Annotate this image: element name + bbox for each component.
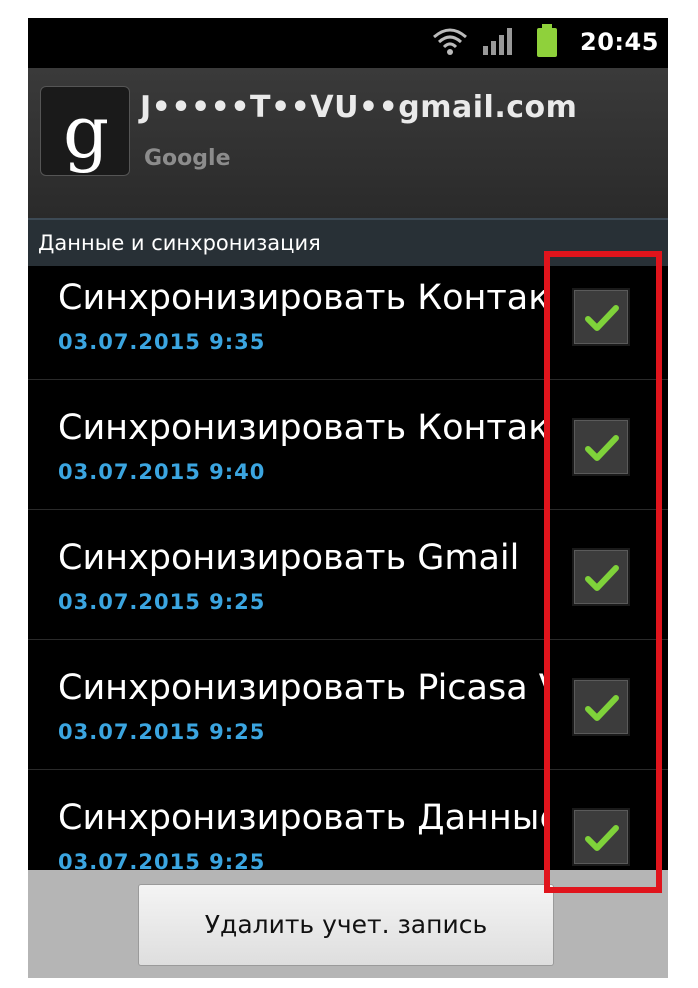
account-email: J•••••T••VU••gmail.com [140,90,578,125]
sync-item-title: Синхронизировать Picasa V [58,668,544,708]
highlight-frame [544,251,662,893]
delete-account-button[interactable]: Удалить учет. запись [138,884,554,966]
sync-item-title: Синхронизировать Контакты [58,408,544,448]
phone-screen: 20:45 g J•••••T••VU••gmail.com Google Да… [28,18,668,978]
status-bar: 20:45 [28,18,668,68]
account-header: g J•••••T••VU••gmail.com Google Данные и… [28,68,668,266]
sync-item-date: 03.07.2015 9:25 [58,590,266,614]
sync-item-date: 03.07.2015 9:40 [58,460,266,484]
sync-item-title: Синхронизировать Gmail [58,538,520,578]
account-type: Google [144,146,231,171]
sync-item-title: Синхронизировать Контакты [58,278,544,318]
wifi-icon [432,26,468,60]
clock: 20:45 [580,28,659,56]
sync-item-date: 03.07.2015 9:35 [58,330,266,354]
svg-text:g: g [63,90,109,174]
sync-item-title: Синхронизировать Данные п [58,798,544,838]
sync-item-date: 03.07.2015 9:25 [58,720,266,744]
cell-signal-icon [482,26,516,60]
google-g-icon: g [40,86,130,176]
battery-icon [536,24,558,62]
